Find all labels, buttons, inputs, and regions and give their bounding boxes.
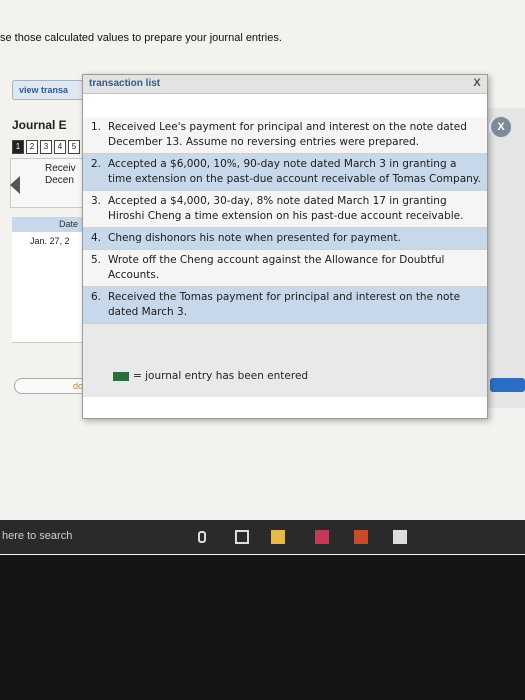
item-number: 1. — [91, 121, 102, 133]
dialog-close-button[interactable]: X — [470, 76, 484, 90]
dialog-body: 1. Received Lee's payment for principal a… — [83, 117, 487, 397]
blue-action-button[interactable] — [490, 378, 525, 392]
file-explorer-icon[interactable] — [271, 530, 285, 544]
table-row — [12, 298, 82, 321]
taskbar: here to search — [0, 520, 525, 554]
legend: = journal entry has been entered — [113, 370, 308, 382]
transaction-item[interactable]: 1. Received Lee's payment for principal a… — [83, 117, 487, 154]
item-number: 2. — [91, 158, 102, 170]
item-text: Accepted a $6,000, 10%, 90-day note date… — [108, 158, 481, 185]
transaction-item[interactable]: 6. Received the Tomas payment for princip… — [83, 287, 487, 324]
transaction-item[interactable]: 5. Wrote off the Cheng account against th… — [83, 250, 487, 287]
entry-tab-4[interactable]: 4 — [54, 140, 66, 154]
item-number: 4. — [91, 232, 102, 244]
powerpoint-icon[interactable] — [354, 530, 368, 544]
store-icon[interactable] — [315, 530, 329, 544]
item-number: 5. — [91, 254, 102, 266]
dialog-title: transaction list — [89, 78, 161, 89]
entry-tab-3[interactable]: 3 — [40, 140, 52, 154]
entry-description-line-2: Decen — [45, 175, 74, 186]
entry-tab-1[interactable]: 1 — [12, 140, 24, 154]
item-text: Cheng dishonors his note when presented … — [108, 232, 401, 244]
instruction-text: se those calculated values to prepare yo… — [0, 32, 282, 44]
view-transactions-tab[interactable]: view transa — [12, 80, 90, 100]
item-text: Received Lee's payment for principal and… — [108, 121, 467, 148]
transaction-list: 1. Received Lee's payment for principal a… — [83, 117, 487, 324]
windows-store-icon[interactable] — [393, 530, 407, 544]
date-cell: Jan. 27, 2 — [30, 236, 70, 246]
item-text: Accepted a $4,000, 30-day, 8% note dated… — [108, 195, 464, 222]
previous-arrow-icon[interactable] — [10, 176, 20, 194]
table-row — [12, 276, 82, 299]
date-column-header: Date — [12, 217, 82, 232]
item-text: Wrote off the Cheng account against the … — [108, 254, 445, 281]
microphone-icon[interactable] — [198, 531, 206, 543]
task-view-icon[interactable] — [235, 530, 249, 544]
item-number: 6. — [91, 291, 102, 303]
journal-title: Journal E — [12, 118, 67, 132]
transaction-item[interactable]: 3. Accepted a $4,000, 30-day, 8% note dat… — [83, 191, 487, 228]
entry-description-line-1: Receiv — [45, 163, 76, 174]
entry-tab-5[interactable]: 5 — [68, 140, 80, 154]
screen: se those calculated values to prepare yo… — [0, 0, 525, 555]
dialog-header: transaction list X — [83, 75, 487, 94]
table-row — [12, 254, 82, 277]
transaction-list-dialog: transaction list X 1. Received Lee's paym… — [82, 74, 488, 419]
transaction-item[interactable]: 2. Accepted a $6,000, 10%, 90-day note da… — [83, 154, 487, 191]
item-text: Received the Tomas payment for principal… — [108, 291, 461, 318]
table-row — [12, 320, 82, 343]
taskbar-search[interactable]: here to search — [2, 530, 72, 542]
close-circle-button[interactable]: X — [489, 115, 513, 139]
transaction-item[interactable]: 4. Cheng dishonors his note when presente… — [83, 228, 487, 250]
entry-description: Receiv Decen — [45, 163, 76, 187]
item-number: 3. — [91, 195, 102, 207]
legend-text: = journal entry has been entered — [133, 370, 309, 382]
entry-tab-2[interactable]: 2 — [26, 140, 38, 154]
do-button[interactable]: do — [14, 378, 90, 394]
legend-swatch — [113, 371, 129, 381]
